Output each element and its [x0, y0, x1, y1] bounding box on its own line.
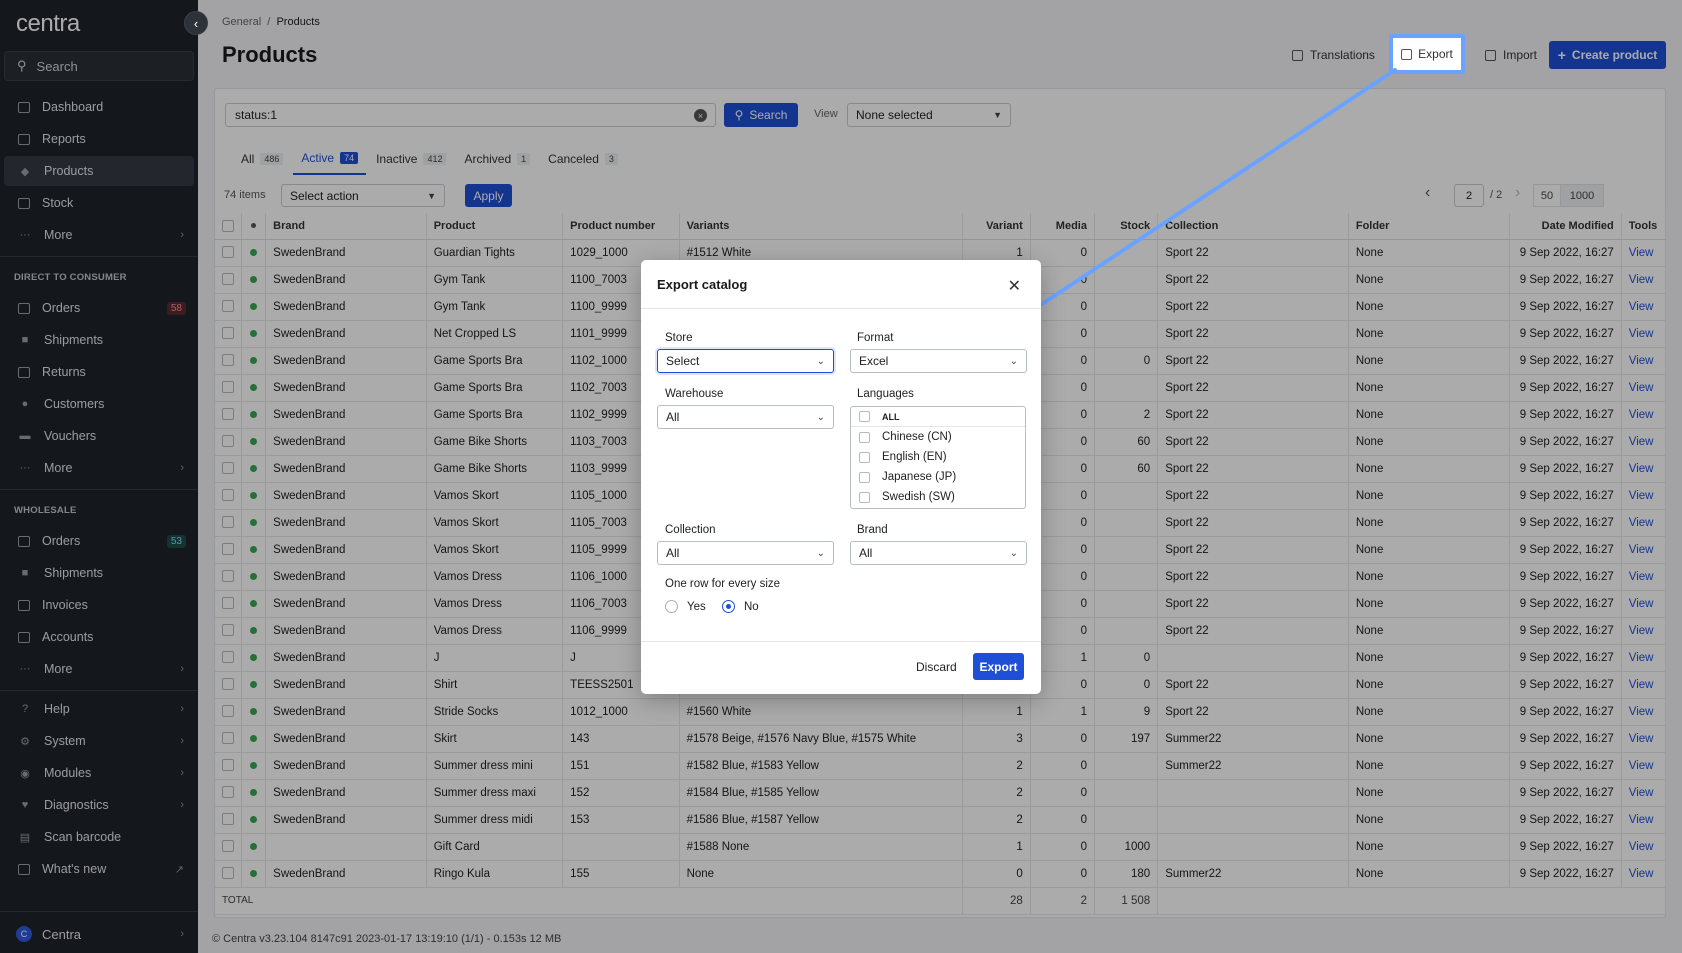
language-label: Japanese (JP)	[882, 471, 957, 483]
warehouse-select-value: All	[666, 410, 680, 424]
modal-title: Export catalog	[657, 277, 748, 292]
language-option-jp[interactable]: Japanese (JP)	[859, 471, 956, 483]
language-option-cn[interactable]: Chinese (CN)	[859, 431, 952, 443]
collection-select-value: All	[666, 546, 680, 560]
chevron-down-icon: ⌄	[816, 411, 825, 423]
radio-yes[interactable]: Yes	[665, 600, 706, 613]
languages-label: Languages	[857, 388, 914, 400]
chevron-down-icon: ⌄	[816, 547, 825, 559]
store-label: Store	[665, 332, 693, 344]
language-checkbox[interactable]	[859, 491, 870, 503]
size-row-label: One row for every size	[665, 578, 781, 590]
format-select[interactable]: Excel ⌄	[850, 349, 1027, 373]
language-label: Chinese (CN)	[882, 431, 952, 443]
radio-no[interactable]: No	[722, 600, 759, 613]
discard-button[interactable]: Discard	[916, 660, 957, 674]
language-label: Swedish (SW)	[882, 491, 955, 503]
language-label: English (EN)	[882, 451, 947, 463]
languages-list: ALL Chinese (CN) English (EN) Japanese (…	[850, 406, 1026, 509]
store-select-value: Select	[666, 354, 700, 368]
language-option-all[interactable]: ALL	[859, 411, 900, 422]
language-checkbox[interactable]	[859, 451, 870, 463]
export-catalog-modal: Export catalog ✕ Store Select ⌄ Format Ex…	[641, 260, 1041, 694]
store-select[interactable]: Select ⌄	[657, 349, 834, 373]
modal-divider	[641, 308, 1041, 309]
close-icon[interactable]: ✕	[1008, 276, 1021, 296]
language-checkbox[interactable]	[859, 411, 870, 422]
brand-label: Brand	[857, 524, 888, 536]
collection-select[interactable]: All ⌄	[657, 541, 834, 565]
language-option-en[interactable]: English (EN)	[859, 451, 947, 463]
chevron-down-icon: ⌄	[816, 355, 825, 367]
language-checkbox[interactable]	[859, 471, 870, 483]
export-submit-button[interactable]: Export	[973, 653, 1024, 680]
radio-yes-label: Yes	[687, 600, 706, 613]
radio-button[interactable]	[722, 600, 735, 613]
radio-no-label: No	[744, 600, 759, 613]
brand-select[interactable]: All ⌄	[850, 541, 1027, 565]
collection-label: Collection	[665, 524, 716, 536]
modal-divider	[641, 641, 1041, 642]
warehouse-label: Warehouse	[665, 388, 724, 400]
chevron-left-icon: ‹	[193, 15, 199, 31]
warehouse-select[interactable]: All ⌄	[657, 405, 834, 429]
chevron-down-icon: ⌄	[1009, 355, 1018, 367]
languages-divider	[851, 426, 1025, 427]
radio-button[interactable]	[665, 600, 678, 613]
language-checkbox[interactable]	[859, 431, 870, 443]
collapse-sidebar-button[interactable]: ‹	[184, 11, 208, 35]
language-option-sw[interactable]: Swedish (SW)	[859, 491, 955, 503]
export-highlight-box	[1389, 34, 1465, 74]
brand-select-value: All	[859, 546, 873, 560]
language-label: ALL	[882, 411, 900, 422]
format-label: Format	[857, 332, 894, 344]
chevron-down-icon: ⌄	[1009, 547, 1018, 559]
format-select-value: Excel	[859, 354, 889, 368]
